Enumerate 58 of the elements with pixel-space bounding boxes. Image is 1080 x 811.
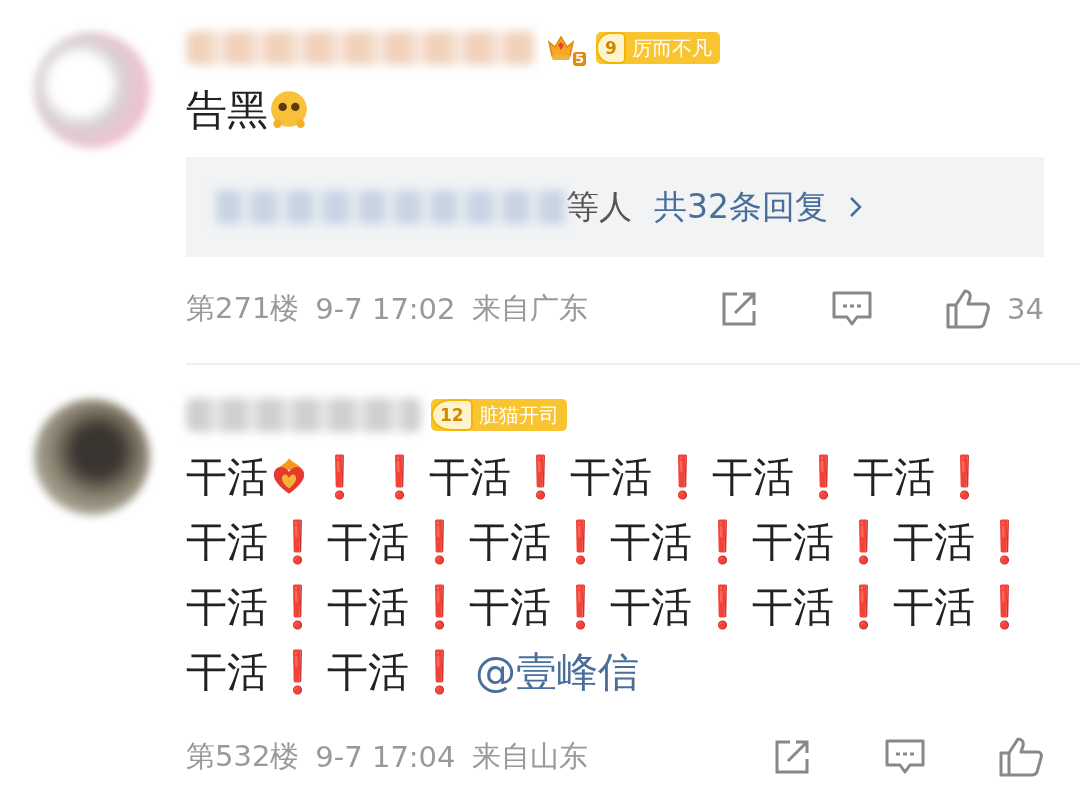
- exclamation-mark: ❗: [271, 647, 325, 698]
- comment-text: 干活: [610, 583, 693, 631]
- exclamation-mark: ❗: [978, 517, 1032, 568]
- exclamation-mark: ❗: [695, 517, 749, 568]
- avatar[interactable]: [34, 399, 150, 515]
- comment-location: 来自广东: [471, 290, 588, 327]
- exclamation-mark: ❗: [836, 582, 890, 633]
- comment-text: 干活: [327, 648, 410, 696]
- exclamation-mark: ❗: [372, 452, 426, 503]
- comment-text: 干活: [468, 518, 551, 566]
- comment-location: 来自山东: [471, 738, 588, 775]
- comment-text: 干活: [893, 518, 976, 566]
- comment-text: 干活: [428, 453, 511, 501]
- mention-link[interactable]: @壹峰信: [474, 648, 639, 696]
- fan-badge: 9 厉而不凡: [596, 32, 720, 64]
- comment-text: 干活: [327, 518, 410, 566]
- comment-text: 干活: [186, 583, 268, 631]
- exclamation-mark: ❗: [412, 582, 466, 633]
- comment-text: 干活: [610, 518, 693, 566]
- comment-text: 干活: [186, 453, 268, 501]
- exclamation-mark: ❗: [271, 582, 325, 633]
- comment-text: 干活: [711, 453, 794, 501]
- replies-link[interactable]: 共32条回复: [654, 184, 828, 230]
- exclamation-mark: ❗: [412, 647, 466, 698]
- exclamation-mark: ❗: [796, 452, 850, 503]
- floor-number: 第271楼: [186, 290, 300, 327]
- comment-text: 干活: [853, 453, 936, 501]
- like-count: 34: [1007, 292, 1044, 326]
- exclamation-mark: ❗: [938, 452, 992, 503]
- exclamation-mark: ❗: [554, 582, 608, 633]
- exclamation-mark: ❗: [554, 517, 608, 568]
- replies-suffix: 等人: [566, 185, 632, 228]
- exclamation-mark: ❗: [412, 517, 466, 568]
- comment-text: 干活: [327, 583, 410, 631]
- replies-panel[interactable]: 等人 共32条回复: [186, 157, 1044, 257]
- comment-time: 9-7 17:04: [315, 740, 456, 774]
- floor-number: 第532楼: [186, 738, 300, 775]
- comment-text: 告黑: [186, 86, 268, 134]
- exclamation-mark: ❗: [695, 582, 749, 633]
- comment-text: 干活: [751, 518, 834, 566]
- exclamation-mark: ❗: [313, 452, 367, 503]
- exclamation-mark: ❗: [514, 452, 568, 503]
- like-icon[interactable]: [945, 288, 992, 330]
- emoji-icon: [268, 88, 310, 130]
- crown-badge: 5: [546, 30, 586, 66]
- exclamation-mark: ❗: [836, 517, 890, 568]
- comment-text: 干活: [468, 583, 551, 631]
- comment-text: 干活: [893, 583, 976, 631]
- comment-time: 9-7 17:02: [315, 292, 456, 326]
- fan-badge: 12 脏猫开司: [431, 399, 567, 431]
- exclamation-mark: ❗: [271, 517, 325, 568]
- comment-text: 干活: [570, 453, 653, 501]
- comment-text: 干活: [751, 583, 834, 631]
- exclamation-mark: ❗: [655, 452, 709, 503]
- like-icon[interactable]: [998, 736, 1044, 778]
- comment-text: 干活: [186, 648, 268, 696]
- exclamation-mark: ❗: [978, 582, 1032, 633]
- comment-text: 干活: [186, 518, 268, 566]
